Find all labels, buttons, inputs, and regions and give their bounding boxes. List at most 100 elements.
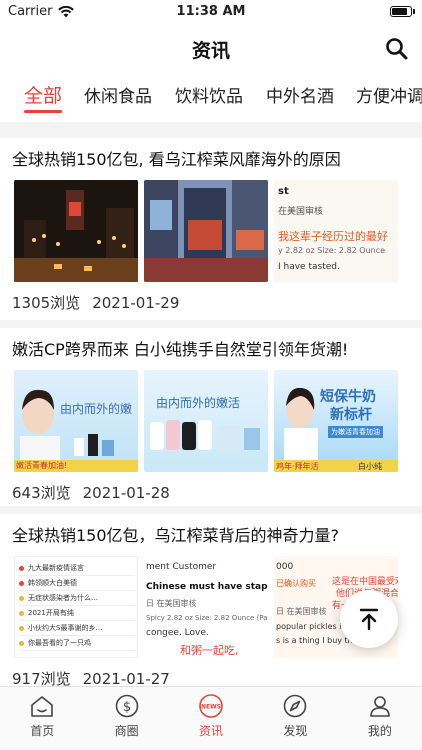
dollar-circle-icon: $: [115, 694, 138, 718]
news-list-text: 2021开局有纯: [28, 609, 74, 617]
publish-date: 2021-01-28: [82, 484, 170, 502]
tab-all[interactable]: 全部: [24, 81, 62, 108]
arrow-up-to-top-icon: [359, 608, 379, 631]
review2-text-4: Spicy 2.82 oz Size: 2.82 Ounce (Pac: [146, 614, 268, 622]
news-list-dot: [19, 565, 24, 571]
thumbnail-review-page[interactable]: st 在美国审核 我这辈子经历过的最好 y 2.82 oz Size: 2.82…: [274, 180, 398, 282]
review2-text-1: ment Customer: [146, 562, 217, 572]
article-title[interactable]: 嫩活CP跨界而来 白小纯携手自然堂引领年货潮!: [0, 328, 422, 362]
page-title: 资讯: [191, 40, 230, 62]
thumbnail-news-list[interactable]: 九大最新疫情谣言 韩领顺大白美德无症状感染者为什么… 2021开局有纯小伙约大S最事…: [14, 556, 138, 658]
search-button[interactable]: [384, 36, 410, 62]
search-icon: [386, 38, 408, 60]
cosmetics-brand-3: 白小纯: [358, 462, 382, 471]
thumbnail-cosmetics-3[interactable]: 短保牛奶 新标杆 为嫩活青春加油 鸡年·拜年活 白小纯: [274, 370, 398, 472]
battery-fill: [392, 8, 408, 15]
article-card[interactable]: 嫩活CP跨界而来 白小纯携手自然堂引领年货潮! 由内而外的嫩 嫩活青春加油! 由…: [0, 328, 422, 514]
tab-liquor[interactable]: 中外名酒: [266, 82, 334, 107]
article-thumbnails: 由内而外的嫩 嫩活青春加油! 由内而外的嫩活 短保牛奶 新标杆 为嫩活青春加油 …: [0, 362, 422, 472]
review3-text-8: s is a thing I buy th: [276, 636, 353, 645]
battery-icon: [390, 6, 412, 17]
article-card[interactable]: 全球热销150亿包, 看乌江榨菜风靡海外的原因 st 在美国审核 我这辈子经历过…: [0, 138, 422, 328]
back-to-top-button[interactable]: [340, 590, 398, 648]
news-list-text: 你最吾看的了一只鸡: [28, 639, 91, 647]
home-icon: [31, 696, 54, 717]
tab-drinks[interactable]: 饮料饮品: [175, 82, 243, 107]
night-street-image: [14, 180, 138, 282]
thumbnail-times-square[interactable]: [144, 180, 268, 282]
review-text-5: I have tasted.: [278, 262, 340, 272]
article-thumbnails: st 在美国审核 我这辈子经历过的最好 y 2.82 oz Size: 2.82…: [0, 172, 422, 282]
tabbar-discover[interactable]: 发现: [253, 687, 337, 750]
times-square-image: [144, 180, 268, 282]
cosmetics-footer-3: 鸡年·拜年活: [276, 462, 319, 471]
news-list-dot: [19, 580, 24, 586]
section-divider: [0, 122, 422, 138]
news-icon: NEWS: [199, 694, 223, 718]
review3-text-6: 日 在美国审核: [276, 607, 327, 616]
news-list-row: 九大最新疫情谣言: [19, 561, 135, 576]
news-list-dot: [19, 640, 24, 646]
news-list-dot: [19, 625, 24, 631]
tabbar-label: 发现: [283, 724, 308, 738]
cosmetics-headline-3b: 新标杆: [330, 407, 372, 423]
article-meta: 1305浏览 2021-01-29: [0, 282, 422, 323]
tabbar-news[interactable]: NEWS 资讯: [169, 687, 253, 750]
tabbar-label: 我的: [367, 724, 392, 738]
tabbar-business[interactable]: $ 商圈: [84, 687, 168, 750]
bottom-tab-bar: 首页 $ 商圈 NEWS 资讯 发现 我的: [0, 686, 422, 750]
news-list-text: 韩领顺大白美德: [28, 579, 77, 587]
news-badge-text: NEWS: [201, 704, 221, 711]
person-icon: [370, 696, 390, 717]
review-text-4: y 2.82 oz Size: 2.82 Ounce: [278, 246, 386, 255]
review-text-2: 在美国审核: [278, 207, 324, 217]
article-title[interactable]: 全球热销150亿包，乌江榨菜背后的神奇力量?: [0, 514, 422, 548]
news-list-dot: [19, 595, 24, 601]
cosmetics-footer-1: 嫩活青春加油!: [16, 461, 68, 470]
news-list-row: 小伙约大S最事谢的乡…: [19, 621, 135, 636]
tabbar-label: 首页: [30, 724, 55, 738]
review2-text-3: 日 在美国审核: [146, 599, 197, 608]
news-list-row: 无症状感染者为什么…: [19, 591, 135, 606]
review2-text-6: 和粥一起吃,: [180, 644, 239, 657]
battery-tip: [413, 9, 415, 14]
publish-date: 2021-01-27: [82, 670, 170, 686]
review3-text-1: 000: [276, 562, 294, 572]
tab-instant[interactable]: 方便冲调: [356, 82, 422, 107]
cosmetics-headline-3: 短保牛奶: [320, 389, 376, 405]
status-time: 11:38 AM: [176, 4, 246, 19]
tabbar-label: 商圈: [114, 724, 139, 738]
tabbar-home[interactable]: 首页: [0, 687, 84, 750]
nav-bar: 资讯: [0, 26, 422, 70]
review-text-3: 我这辈子经历过的最好: [278, 230, 388, 243]
thumbnail-cosmetics-2[interactable]: 由内而外的嫩活: [144, 370, 268, 472]
news-list-dot: [19, 610, 24, 616]
tab-snacks[interactable]: 休闲食品: [84, 82, 152, 107]
cosmetics-ad-image-2: [150, 420, 260, 450]
article-title[interactable]: 全球热销150亿包, 看乌江榨菜风靡海外的原因: [0, 138, 422, 172]
article-meta: 917浏览 2021-01-27: [0, 658, 422, 686]
view-count: 1305浏览: [12, 294, 81, 312]
news-list-text: 无症状感染者为什么…: [28, 594, 98, 602]
view-count: 643浏览: [12, 484, 71, 502]
active-tab-indicator: [24, 110, 62, 113]
news-list-row: 2021开局有纯: [19, 606, 135, 621]
review2-text-5: congee. Love.: [146, 628, 209, 638]
review3-text-2: 已确认购买: [276, 579, 316, 588]
thumbnail-cosmetics-1[interactable]: 由内而外的嫩 嫩活青春加油!: [14, 370, 138, 472]
cosmetics-slogan-2: 由内而外的嫩活: [156, 396, 241, 410]
news-list-row: 你最吾看的了一只鸡: [19, 636, 135, 651]
news-list-text: 小伙约大S最事谢的乡…: [28, 624, 103, 632]
review2-text-2: Chinese must have staple: [146, 582, 268, 592]
status-bar: Carrier 11:38 AM: [0, 0, 422, 24]
publish-date: 2021-01-29: [92, 294, 180, 312]
news-list-row: 韩领顺大白美德: [19, 576, 135, 591]
thumbnail-night-street[interactable]: [14, 180, 138, 282]
tabbar-profile[interactable]: 我的: [338, 687, 422, 750]
category-tabs: 全部 休闲食品 饮料饮品 中外名酒 方便冲调: [0, 76, 422, 122]
news-list: 九大最新疫情谣言 韩领顺大白美德无症状感染者为什么… 2021开局有纯小伙约大S最事…: [19, 561, 135, 651]
thumbnail-review-2[interactable]: ment Customer Chinese must have staple 日…: [144, 556, 268, 658]
article-meta: 643浏览 2021-01-28: [0, 472, 422, 513]
news-list-text: 九大最新疫情谣言: [28, 564, 84, 572]
svg-text:$: $: [122, 700, 130, 715]
